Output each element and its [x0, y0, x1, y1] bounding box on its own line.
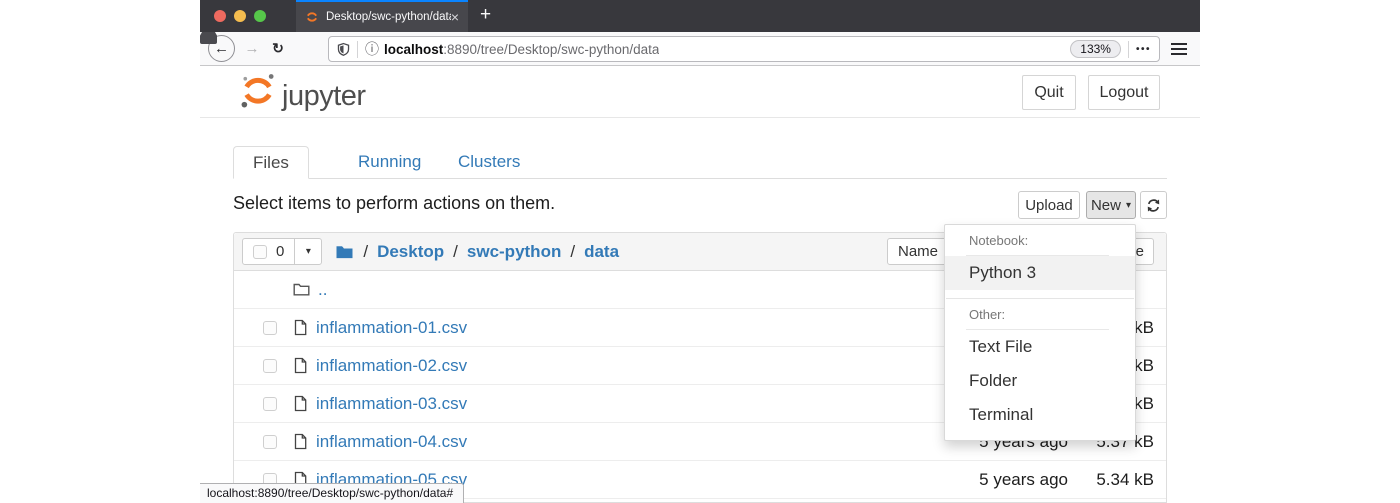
refresh-button[interactable] — [1140, 191, 1167, 219]
jupyter-favicon — [305, 10, 319, 24]
breadcrumb-separator: / — [453, 242, 458, 262]
minimize-window-button[interactable] — [234, 10, 246, 22]
folder-icon[interactable] — [335, 244, 354, 260]
tab-clusters[interactable]: Clusters — [458, 146, 520, 177]
site-info-icon[interactable]: ⓘ — [365, 39, 379, 59]
file-link[interactable]: inflammation-04.csv — [316, 432, 467, 452]
breadcrumb-data[interactable]: data — [584, 242, 619, 262]
breadcrumb-separator: / — [363, 242, 368, 262]
page-actions-icon[interactable]: ••• — [1136, 44, 1151, 55]
url-text[interactable]: localhost:8890/tree/Desktop/swc-python/d… — [384, 42, 659, 57]
breadcrumb-swc-python[interactable]: swc-python — [467, 242, 561, 262]
new-dropdown-menu: Notebook: Python 3 Other: Text File Fold… — [944, 224, 1136, 441]
file-icon — [293, 395, 308, 412]
browser-tab-bar: Desktop/swc-python/data/ × + — [200, 0, 1200, 32]
url-divider — [357, 41, 358, 58]
tab-running[interactable]: Running — [358, 146, 421, 177]
jupyter-logo-icon — [238, 71, 278, 111]
row-checkbox[interactable] — [263, 321, 277, 335]
select-dropdown-button[interactable]: ▾ — [294, 238, 322, 265]
sort-name-label: Name — [898, 243, 938, 260]
tab-files[interactable]: Files — [233, 146, 309, 179]
url-bar[interactable]: ⓘ localhost:8890/tree/Desktop/swc-python… — [328, 36, 1160, 62]
upload-button[interactable]: Upload — [1018, 191, 1080, 219]
jupyter-logo-text: jupyter — [282, 81, 366, 111]
url-host: localhost — [384, 42, 443, 57]
url-divider — [1128, 41, 1129, 58]
file-link[interactable]: inflammation-01.csv — [316, 318, 467, 338]
browser-window: Desktop/swc-python/data/ × + ← → ↻ ⓘ loc… — [200, 0, 1200, 503]
status-link-tooltip: localhost:8890/tree/Desktop/swc-python/d… — [200, 483, 464, 503]
shield-icon[interactable] — [337, 42, 350, 57]
row-size: 5.34 kB — [1068, 470, 1166, 490]
select-all-button[interactable]: 0 — [242, 238, 295, 265]
row-modified: 5 years ago — [938, 470, 1068, 490]
breadcrumb: / Desktop / swc-python / data — [335, 242, 619, 262]
file-icon — [293, 433, 308, 450]
reload-icon[interactable]: ↻ — [268, 32, 288, 65]
chevron-down-icon: ▾ — [306, 246, 311, 257]
zoom-level-badge[interactable]: 133% — [1070, 40, 1121, 58]
menu-spacer — [945, 290, 1135, 298]
browser-tab-active[interactable]: Desktop/swc-python/data/ × — [296, 0, 468, 32]
browser-tab-title: Desktop/swc-python/data/ — [326, 11, 451, 23]
row-checkbox[interactable] — [263, 359, 277, 373]
menu-item-terminal[interactable]: Terminal — [945, 398, 1135, 432]
file-icon — [293, 357, 308, 374]
browser-toolbar: ← → ↻ ⓘ localhost:8890/tree/Desktop/swc-… — [200, 32, 1200, 66]
parent-dir-link[interactable]: .. — [318, 280, 327, 300]
close-window-button[interactable] — [214, 10, 226, 22]
forward-icon[interactable]: → — [242, 32, 262, 65]
notebook-list-tabs: Files Running Clusters — [233, 146, 1167, 179]
menu-item-folder[interactable]: Folder — [945, 364, 1135, 398]
spacer — [381, 41, 382, 58]
home-icon[interactable] — [200, 32, 217, 44]
fullscreen-window-button[interactable] — [254, 10, 266, 22]
file-icon — [293, 319, 308, 336]
logout-button[interactable]: Logout — [1088, 75, 1160, 110]
file-link[interactable]: inflammation-02.csv — [316, 356, 467, 376]
chevron-down-icon: ▾ — [1126, 200, 1131, 211]
window-controls[interactable] — [214, 10, 266, 22]
select-all-group: 0 ▾ — [242, 238, 322, 265]
breadcrumb-separator: / — [570, 242, 575, 262]
header-divider — [200, 117, 1200, 118]
quit-button[interactable]: Quit — [1022, 75, 1076, 110]
select-all-checkbox[interactable] — [253, 245, 267, 259]
refresh-icon — [1146, 198, 1161, 213]
folder-outline-icon — [293, 282, 310, 297]
notebook-section-header: Notebook: — [966, 231, 1109, 256]
new-tab-icon[interactable]: + — [480, 4, 491, 26]
jupyter-logo[interactable]: jupyter — [238, 71, 366, 111]
select-items-hint: Select items to perform actions on them. — [233, 193, 555, 214]
file-link[interactable]: inflammation-03.csv — [316, 394, 467, 414]
url-path: :8890/tree/Desktop/swc-python/data — [443, 42, 659, 57]
tab-close-icon[interactable]: × — [451, 10, 459, 24]
new-button-label: New — [1091, 197, 1121, 214]
selected-count: 0 — [276, 243, 284, 260]
menu-icon[interactable] — [1171, 43, 1187, 55]
menu-item-python3[interactable]: Python 3 — [945, 256, 1135, 290]
menu-item-text-file[interactable]: Text File — [945, 330, 1135, 364]
menu-divider — [946, 298, 1134, 299]
row-checkbox[interactable] — [263, 397, 277, 411]
row-checkbox[interactable] — [263, 435, 277, 449]
new-button[interactable]: New ▾ — [1086, 191, 1136, 219]
breadcrumb-desktop[interactable]: Desktop — [377, 242, 444, 262]
other-section-header: Other: — [966, 305, 1109, 330]
